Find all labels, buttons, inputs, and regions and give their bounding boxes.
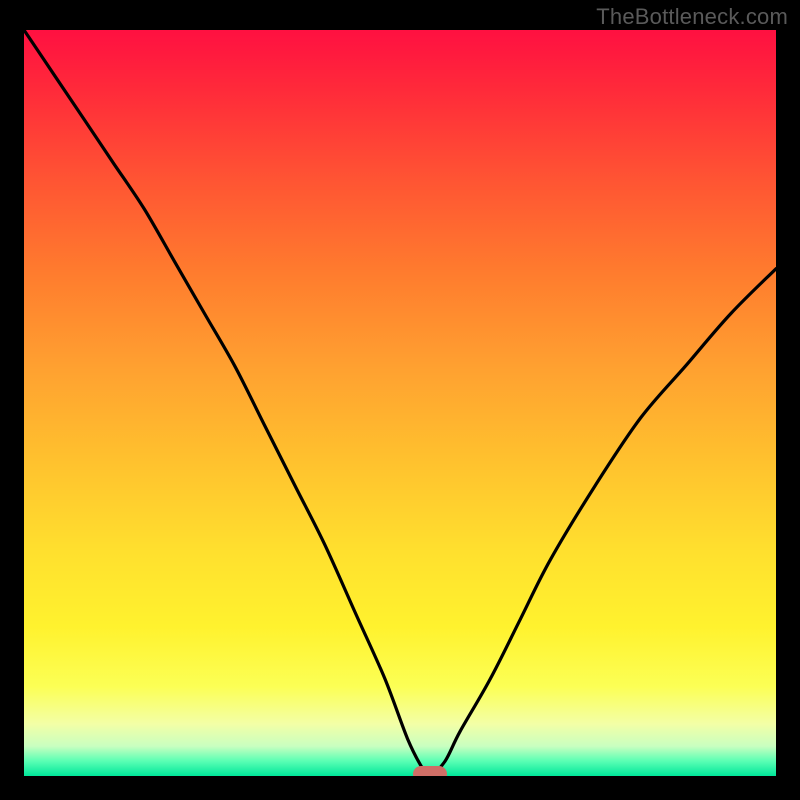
plot-area [24, 30, 776, 776]
optimal-point-marker [413, 766, 447, 776]
watermark-text: TheBottleneck.com [596, 4, 788, 30]
bottleneck-curve [24, 30, 776, 776]
chart-frame: TheBottleneck.com [0, 0, 800, 800]
